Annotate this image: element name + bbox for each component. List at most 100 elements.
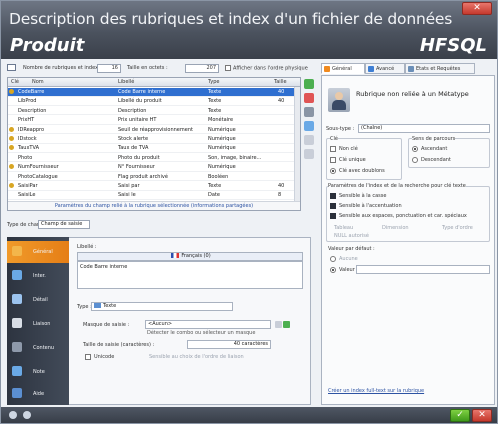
vtab-note[interactable]: Note [7, 361, 69, 383]
tab-label: Etats et Requêtes [416, 66, 461, 72]
cell-name: PhotoCatalogue [18, 173, 58, 180]
sort-descending-radio[interactable] [412, 157, 418, 163]
table-row[interactable]: IDstock Stock alerte Numérique [8, 135, 300, 144]
cell-type: Booléen [208, 173, 229, 180]
unicode-checkbox[interactable] [85, 354, 91, 360]
tab-reports-queries[interactable]: Etats et Requêtes [405, 63, 475, 74]
subtype-label: Sous-type : [326, 126, 355, 132]
default-value-field[interactable] [356, 265, 490, 274]
cell-type: Numérique [208, 164, 236, 171]
case-sensitive-checkbox[interactable] [330, 193, 336, 199]
key-none-checkbox[interactable] [330, 146, 336, 152]
table-row[interactable]: CodeBarre Code Barre interne Texte 40 [8, 88, 300, 97]
column-header-key[interactable]: Clé [11, 79, 19, 85]
tab-label: Général [332, 66, 352, 72]
language-label: Français (0) [181, 253, 211, 259]
table-row[interactable]: SaisiPar Saisi par Texte 40 [8, 182, 300, 191]
caption-label: Libellé : [77, 244, 97, 250]
cell-type: Monétaire [208, 117, 234, 124]
toolbar: Nombre de rubriques et index : 16 Taille… [7, 63, 313, 75]
cancel-button[interactable]: ✕ [472, 409, 492, 422]
column-header-type[interactable]: Type [208, 79, 219, 85]
vtab-link[interactable]: Liaison [7, 313, 69, 335]
vtab-interface[interactable]: Inter. [7, 265, 69, 287]
close-button[interactable]: ✕ [462, 2, 492, 15]
cell-label: Flag produit archivé [118, 173, 168, 180]
move-down-icon[interactable] [304, 149, 314, 159]
input-size-field[interactable]: 40 caractères [187, 340, 271, 349]
physical-order-checkbox[interactable]: Afficher dans l'ordre physique [225, 65, 308, 72]
key-unique-label: Clé unique [339, 157, 366, 163]
mask-add-icon[interactable] [283, 321, 290, 328]
vtab-label: Aide [33, 391, 45, 397]
table-scrollbar[interactable] [294, 87, 300, 210]
vtab-detail[interactable]: Détail [7, 289, 69, 311]
column-header-size[interactable]: Taille [274, 79, 287, 85]
mask-options-icon[interactable] [275, 321, 282, 328]
table-row[interactable]: NumFournisseur N° Fournisseur Numérique [8, 163, 300, 172]
tab-advanced[interactable]: Avancé [365, 63, 405, 74]
dimension-label: Dimension [382, 225, 409, 231]
metatype-avatar-icon [328, 88, 350, 112]
default-value-radio[interactable] [330, 267, 336, 273]
cell-size: 40 [278, 89, 285, 95]
table-row[interactable]: IDReappro Seuil de réapprovisionnement Num… [8, 126, 300, 135]
vtab-label: Note [33, 369, 45, 375]
delete-field-icon[interactable] [304, 93, 314, 103]
key-icon [9, 126, 14, 132]
table-row[interactable]: Photo Photo du produit Son, image, binaire… [8, 154, 300, 163]
fulltext-index-link[interactable]: Créer un index full-text sur la rubrique [328, 388, 424, 394]
settings-icon[interactable] [23, 411, 31, 419]
table-row[interactable]: PhotoCatalogue Flag produit archivé Boolée… [8, 173, 300, 182]
subtype-select[interactable]: (Chaîne) [358, 124, 490, 133]
import-field-icon[interactable] [304, 107, 314, 117]
cell-name: NumFournisseur [18, 164, 59, 171]
table-row[interactable]: SaisiLe Saisi le Date 8 [8, 191, 300, 200]
column-header-name[interactable]: Nom [32, 79, 44, 85]
sort-group-label: Sens de parcours [412, 136, 456, 142]
vtab-general[interactable]: Général [7, 241, 69, 263]
mask-select[interactable]: <Aucun> [145, 320, 271, 329]
key-group-label: Clé [330, 136, 338, 142]
cell-name: IDReappro [18, 126, 45, 133]
table-row[interactable]: Description Description Texte [8, 107, 300, 116]
text-type-icon [94, 303, 101, 308]
size-field: 207 [185, 64, 219, 73]
table-row[interactable]: LibProd Libellé du produit Texte 40 [8, 97, 300, 106]
interface-icon [12, 270, 22, 280]
unicode-label: Unicode [94, 354, 115, 360]
cell-name: SaisiLe [18, 192, 36, 199]
vtab-help[interactable]: Aide [7, 383, 69, 405]
accent-sensitive-checkbox[interactable] [330, 203, 336, 209]
table-row[interactable]: PrixHT Prix unitaire HT Monétaire [8, 116, 300, 125]
caption-field[interactable]: Code Barre interne [77, 261, 303, 289]
key-unique-checkbox[interactable] [330, 157, 336, 163]
vtab-content[interactable]: Contenu [7, 337, 69, 359]
field-type-select[interactable]: Champ de saisie [38, 220, 90, 229]
accent-sensitive-label: Sensible à l'accentuation [339, 203, 402, 209]
input-size-label: Taille de saisie (caractères) : [83, 342, 155, 348]
move-up-icon[interactable] [304, 135, 314, 145]
help-icon [12, 388, 22, 398]
default-none-radio[interactable] [330, 256, 336, 262]
sort-descending-label: Descendant [421, 157, 451, 163]
window-title: Description des rubriques et index d'un … [9, 10, 453, 28]
properties-icon[interactable] [304, 121, 314, 131]
table-header: Clé Nom Libellé Type Taille [8, 78, 300, 87]
default-value-option: Valeur [339, 267, 355, 273]
table-row[interactable]: TauxTVA Taux de TVA Numérique [8, 144, 300, 153]
type-select[interactable]: Texte [91, 302, 233, 311]
search-params-label: Paramètres de l'index et de la recherche… [328, 183, 466, 189]
add-field-icon[interactable] [304, 79, 314, 89]
sort-group [408, 138, 490, 168]
column-header-label[interactable]: Libellé [118, 79, 134, 85]
key-duplicates-radio[interactable] [330, 168, 336, 174]
tab-general[interactable]: Général [321, 63, 365, 74]
cell-name: LibProd [18, 98, 37, 105]
sort-ascending-label: Ascendant [421, 146, 448, 152]
ok-button[interactable]: ✓ [450, 409, 470, 422]
sort-ascending-radio[interactable] [412, 146, 418, 152]
spaces-sensitive-checkbox[interactable] [330, 213, 336, 219]
link-icon [12, 318, 22, 328]
help-icon[interactable] [9, 411, 17, 419]
